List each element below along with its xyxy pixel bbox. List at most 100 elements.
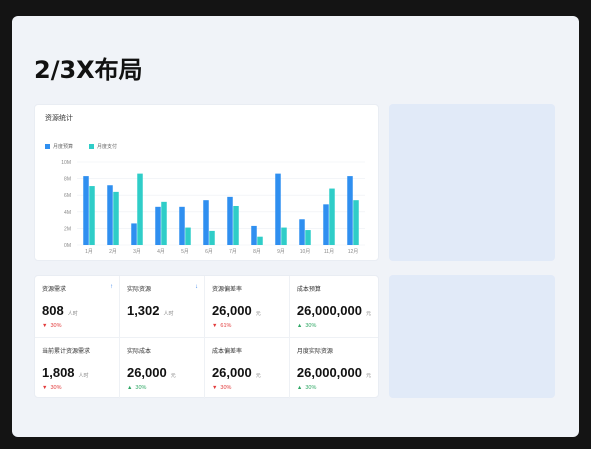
bar-budget[interactable] [227,196,233,245]
bar-payment[interactable] [89,186,95,245]
trend-down-icon: ▼ [42,323,48,329]
metric-change-value: 61% [220,323,232,329]
metric-change: ▲ 30% [127,385,197,391]
bar-chart: 0M 2M 4M 6M 8M 10M 1月 2月 3月 4月 5月 6月 7月 8月 9月 10月 11月 12月 [61,160,365,255]
trend-down-icon: ▼ [211,323,218,329]
metric-change-value: 30% [305,385,317,391]
x-tick-label: 10月 [300,249,311,255]
y-tick-label: 6M [64,193,71,199]
bar-budget[interactable] [107,185,113,245]
bar-payment[interactable] [161,201,167,245]
metric-change-value: 30% [305,323,317,329]
layout-frame: 2/3X布局 资源统计 月度预算 月度支付 0M 2M 4M 6M 8M 10M 1月 2月 3… [12,16,579,437]
metric-tile: 当前累计资源需求 1,808 人时 ▼ 30% [35,338,120,399]
x-tick-label: 6月 [205,249,213,255]
metric-value: 26,000,000 [296,365,362,380]
bar-budget[interactable] [275,173,281,245]
metric-unit: 元 [365,311,371,317]
metric-change: ▼ 30% [42,385,112,391]
x-tick-label: 2月 [109,249,117,255]
y-tick-label: 10M [61,160,71,166]
x-tick-label: 5月 [181,249,189,255]
x-tick-label: 9月 [277,249,285,255]
x-tick-label: 11月 [324,249,334,255]
metric-value: 1,808 [42,365,75,380]
metric-unit: 人时 [78,373,89,379]
trend-up-icon: ▲ [296,323,303,329]
bar-payment[interactable] [305,230,311,245]
page-title: 2/3X布局 [34,56,143,84]
metric-value: 1,302 [126,303,160,318]
metric-change-value: 30% [50,385,62,391]
metric-tile: 实际成本 26,000 元 ▲ 30% [120,338,205,399]
metric-change: ▼ 61% [212,323,282,329]
trend-up-icon: ▲ [126,385,133,391]
trend-down-icon: ▼ [211,385,218,391]
metric-tile: 月度实际资源 26,000,000 元 ▲ 30% [290,338,378,399]
metric-change: ▲ 30% [297,385,371,391]
trend-up-icon: ▲ [296,385,303,391]
x-tick-label: 7月 [229,249,237,255]
metric-unit: 元 [365,373,371,379]
bar-budget[interactable] [131,223,137,245]
metric-change-value: 30% [50,323,62,329]
metric-tile: 资源偏差率 26,000 元 ▼ 61% [204,276,290,338]
x-tick-label: 4月 [157,249,165,255]
bar-payment[interactable] [113,191,119,245]
bar-budget[interactable] [155,206,161,245]
y-tick-label: 4M [64,210,71,216]
bar-budget[interactable] [323,204,329,245]
metric-label: 资源需求 [42,287,67,293]
bar-payment[interactable] [329,188,335,245]
metric-tile: 实际资源 ↓ 1,302 人时 [119,276,205,338]
metric-value: 26,000 [126,365,167,380]
metric-value: 26,000 [211,365,252,380]
bar-payment[interactable] [209,230,215,245]
x-tick-label: 1月 [85,249,93,255]
bar-payment[interactable] [353,200,359,245]
metric-tile: 成本偏差率 26,000 元 ▼ 30% [205,338,290,399]
y-tick-label: 0M [64,243,71,249]
metric-label: 实际成本 [126,349,151,355]
placeholder-panel-top [389,104,555,261]
bar-budget[interactable] [299,219,305,245]
bar-payment[interactable] [257,236,263,245]
resource-chart-card: 资源统计 月度预算 月度支付 0M 2M 4M 6M 8M 10M 1月 2月 3月 4月 5月 6月… [34,104,379,261]
metric-label: 成本偏差率 [211,349,242,355]
x-tick-label: 3月 [133,249,141,255]
metric-unit: 元 [255,373,261,379]
metrics-card: 资源需求 ↑ 808 人时 ▼ 30% 实际资源 ↓ 1,302 人时 资源偏差率 26,000 元 ▼ 6… [34,275,379,399]
bar-payment[interactable] [233,205,239,245]
metric-label: 当前累计资源需求 [42,349,91,355]
metric-unit: 元 [170,373,176,379]
bar-budget[interactable] [83,176,89,245]
bar-budget[interactable] [347,176,353,245]
metric-label: 成本预算 [296,287,321,293]
metric-change: ▲ 30% [297,323,371,329]
metric-label: 实际资源 [126,287,151,293]
trend-down-icon: ▼ [42,385,48,391]
metric-unit: 人时 [67,311,78,317]
metric-value: 26,000 [211,303,252,318]
x-tick-label: 8月 [253,249,261,255]
bar-payment[interactable] [137,173,143,245]
bar-budget[interactable] [179,206,185,245]
metric-tile: 资源需求 ↑ 808 人时 ▼ 30% [35,276,120,338]
bar-budget[interactable] [251,225,257,245]
metric-change: ▼ 30% [42,323,112,329]
metric-change-value: 30% [135,385,147,391]
metric-change: ▼ 30% [212,385,282,391]
metric-info-icon[interactable]: ↓ [195,284,198,290]
y-tick-label: 2M [64,226,71,232]
metric-value: 26,000,000 [296,303,362,318]
metric-label: 资源偏差率 [211,287,242,293]
placeholder-panel-bottom [389,275,555,398]
bar-payment[interactable] [185,227,191,245]
bar-payment[interactable] [281,227,287,245]
x-tick-label: 12月 [348,249,359,255]
metric-unit: 人时 [163,311,174,317]
metric-info-icon[interactable]: ↑ [110,284,113,290]
metric-label: 月度实际资源 [296,349,333,355]
metric-unit: 元 [255,311,261,317]
bar-budget[interactable] [203,200,209,245]
